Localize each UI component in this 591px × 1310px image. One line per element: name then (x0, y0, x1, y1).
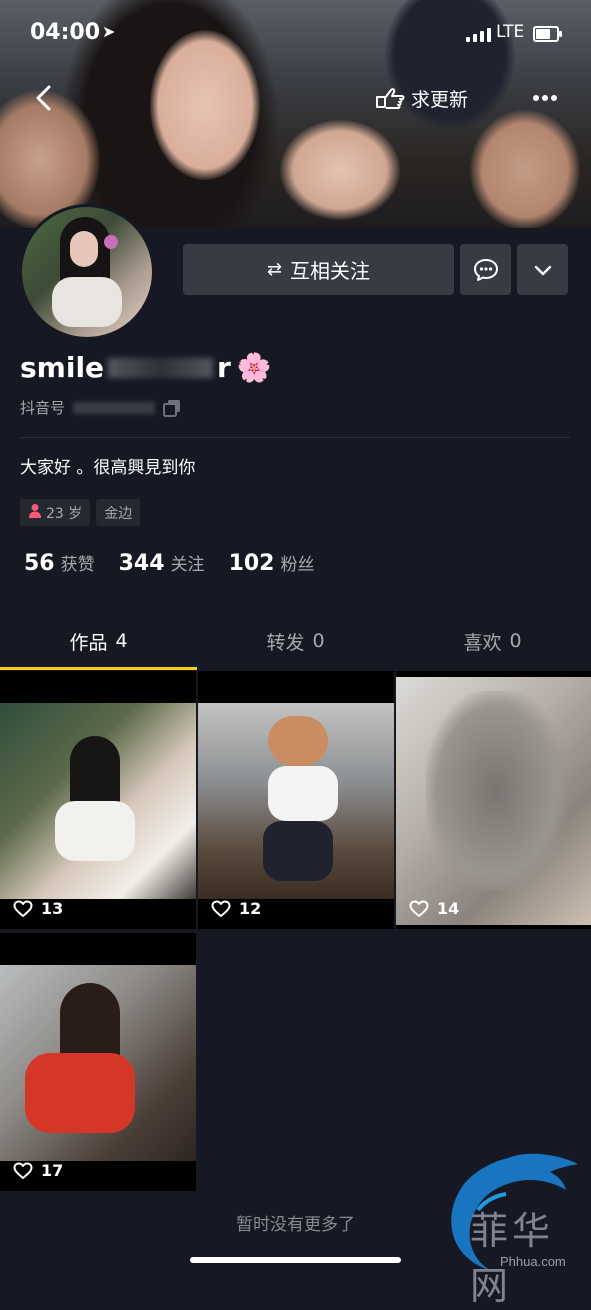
flower-emoji: 🌸 (236, 351, 272, 384)
username-text: smile (20, 351, 105, 384)
message-button[interactable] (460, 244, 511, 295)
video-thumbnail[interactable]: 17 (0, 933, 196, 1191)
home-indicator[interactable] (190, 1257, 401, 1263)
female-icon (28, 503, 42, 523)
following-stat[interactable]: 344 关注 (119, 550, 205, 576)
profile-stats: 56 获赞 344 关注 102 粉丝 (24, 550, 339, 576)
like-count-value: 13 (41, 899, 64, 918)
tab-works[interactable]: 作品 4 (0, 614, 197, 670)
chevron-down-icon (534, 265, 551, 275)
network-type: LTE (496, 22, 525, 42)
like-count: 17 (13, 1161, 63, 1180)
location-arrow-icon: ➤ (102, 22, 116, 41)
tab-reposts-label: 转发 (266, 631, 305, 654)
douyin-id-label: 抖音号 (20, 399, 66, 417)
bio-text: 大家好 。很高興見到你 (20, 458, 196, 478)
followers-count: 102 (228, 551, 275, 576)
heart-icon (409, 900, 429, 917)
swap-arrows-icon: ⇄ (266, 259, 283, 280)
status-bar: 04:00 ➤ LTE (0, 0, 591, 70)
video-thumbnail[interactable]: 14 (396, 671, 591, 929)
battery-level (536, 29, 550, 39)
username-tail: r (217, 351, 231, 384)
tab-likes[interactable]: 喜欢 0 (394, 614, 591, 668)
divider (20, 437, 570, 438)
video-thumbnail[interactable]: 12 (198, 671, 394, 929)
mutual-follow-button[interactable]: ⇄ 互相关注 (183, 244, 454, 295)
avatar[interactable] (19, 204, 155, 340)
recommend-dropdown-button[interactable] (517, 244, 568, 295)
age-tag: 23 岁 (20, 499, 91, 526)
tab-works-count: 4 (115, 630, 128, 652)
douyin-id: 抖音号 (20, 397, 181, 418)
pointing-hand-icon (376, 88, 405, 109)
tab-works-label: 作品 (69, 631, 108, 654)
heart-icon (13, 1162, 33, 1179)
tab-reposts-count: 0 (312, 630, 325, 652)
username-redaction (108, 357, 214, 378)
back-button[interactable] (26, 80, 62, 116)
following-label: 关注 (170, 555, 205, 575)
like-count: 14 (409, 899, 459, 918)
douyin-id-redaction (73, 401, 156, 414)
username: smile r 🌸 (20, 351, 272, 384)
tab-likes-count: 0 (509, 630, 522, 652)
like-count-value: 12 (239, 899, 262, 918)
copy-icon[interactable] (163, 399, 181, 417)
heart-icon (211, 900, 231, 917)
tab-likes-label: 喜欢 (463, 631, 502, 654)
request-update-button[interactable]: 求更新 (375, 80, 468, 116)
status-time: 04:00 (30, 20, 101, 45)
chat-bubble-icon (473, 258, 498, 281)
followers-label: 粉丝 (280, 555, 315, 575)
likes-count: 56 (24, 551, 55, 576)
location-label: 金边 (104, 505, 133, 522)
battery-icon (533, 26, 562, 42)
like-count: 13 (13, 899, 63, 918)
likes-stat[interactable]: 56 获赞 (24, 550, 95, 576)
like-count-value: 14 (437, 899, 460, 918)
more-menu-button[interactable] (527, 80, 563, 116)
ellipsis-icon (533, 95, 557, 101)
request-update-label: 求更新 (411, 88, 469, 111)
likes-label: 获赞 (60, 555, 95, 575)
location-tag: 金边 (96, 499, 141, 526)
like-count: 12 (211, 899, 261, 918)
followers-stat[interactable]: 102 粉丝 (229, 550, 315, 576)
heart-icon (13, 900, 33, 917)
content-tabs: 作品 4 转发 0 喜欢 0 (0, 614, 591, 670)
profile-tags: 23 岁 金边 (20, 499, 141, 526)
like-count-value: 17 (41, 1161, 64, 1180)
mutual-follow-label: 互相关注 (290, 259, 371, 283)
tab-reposts[interactable]: 转发 0 (197, 614, 394, 668)
video-thumbnail[interactable]: 13 (0, 671, 196, 929)
watermark-text-en: Phhua.com (500, 1254, 566, 1269)
following-count: 344 (118, 551, 165, 576)
age-label: 23 岁 (46, 505, 83, 522)
signal-icon (466, 28, 491, 42)
chevron-left-icon (36, 85, 51, 111)
